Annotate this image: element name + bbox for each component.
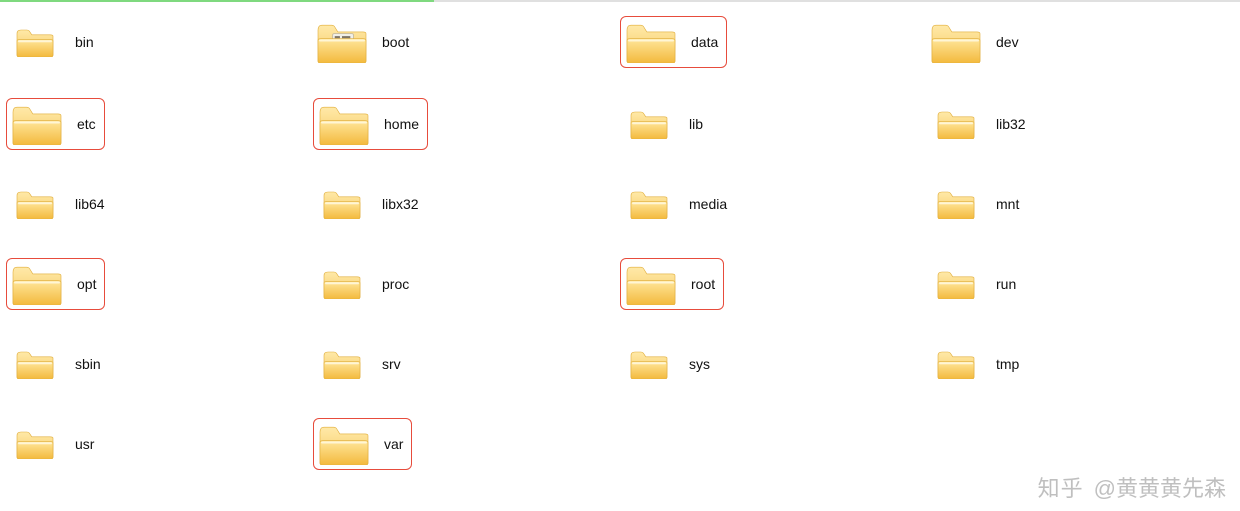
folder-label: run (996, 276, 1016, 292)
folder-usr[interactable]: usr (6, 418, 97, 470)
folder-label: data (691, 34, 718, 50)
folder-icon (625, 21, 677, 63)
folder-label: mnt (996, 196, 1019, 212)
folder-icon (316, 21, 368, 63)
folder-label: lib64 (75, 196, 105, 212)
folder-etc[interactable]: etc (6, 98, 105, 150)
folder-icon (930, 263, 982, 305)
folder-label: etc (77, 116, 96, 132)
folder-label: lib (689, 116, 703, 132)
folder-libx32[interactable]: libx32 (313, 180, 422, 228)
folder-label: proc (382, 276, 409, 292)
folder-bin[interactable]: bin (6, 16, 97, 68)
folder-icon (930, 103, 982, 145)
folder-var[interactable]: var (313, 418, 412, 470)
folder-sbin[interactable]: sbin (6, 340, 104, 388)
folder-label: bin (75, 34, 94, 50)
folder-lib64[interactable]: lib64 (6, 180, 108, 228)
folder-grid: bin boot (0, 2, 1240, 470)
folder-label: var (384, 436, 403, 452)
folder-icon (11, 103, 63, 145)
folder-label: srv (382, 356, 401, 372)
folder-icon (9, 21, 61, 63)
folder-lib32[interactable]: lib32 (927, 98, 1029, 150)
folder-icon (625, 263, 677, 305)
folder-label: root (691, 276, 715, 292)
folder-icon (623, 183, 675, 225)
watermark: 知乎 @黄黄黄先森 (1038, 471, 1226, 503)
folder-icon (930, 21, 982, 63)
folder-icon (316, 183, 368, 225)
folder-opt[interactable]: opt (6, 258, 105, 310)
folder-label: libx32 (382, 196, 419, 212)
folder-icon (9, 423, 61, 465)
folder-icon (318, 103, 370, 145)
folder-icon (318, 423, 370, 465)
folder-icon (930, 343, 982, 385)
folder-home[interactable]: home (313, 98, 428, 150)
folder-label: usr (75, 436, 94, 452)
folder-lib[interactable]: lib (620, 98, 706, 150)
folder-icon (930, 183, 982, 225)
folder-sys[interactable]: sys (620, 340, 713, 388)
watermark-author: @黄黄黄先森 (1094, 471, 1226, 503)
folder-icon (9, 183, 61, 225)
folder-root[interactable]: root (620, 258, 724, 310)
folder-proc[interactable]: proc (313, 258, 412, 310)
folder-mnt[interactable]: mnt (927, 180, 1022, 228)
folder-srv[interactable]: srv (313, 340, 404, 388)
folder-icon (316, 263, 368, 305)
folder-label: boot (382, 34, 409, 50)
folder-label: home (384, 116, 419, 132)
folder-icon (623, 343, 675, 385)
folder-icon (11, 263, 63, 305)
folder-boot[interactable]: boot (313, 16, 412, 68)
folder-label: lib32 (996, 116, 1026, 132)
watermark-site: 知乎 (1038, 471, 1084, 503)
folder-dev[interactable]: dev (927, 16, 1022, 68)
folder-label: sbin (75, 356, 101, 372)
folder-label: sys (689, 356, 710, 372)
folder-label: dev (996, 34, 1019, 50)
folder-icon (9, 343, 61, 385)
folder-label: tmp (996, 356, 1019, 372)
folder-label: media (689, 196, 727, 212)
folder-icon (623, 103, 675, 145)
folder-media[interactable]: media (620, 180, 730, 228)
folder-run[interactable]: run (927, 258, 1019, 310)
folder-tmp[interactable]: tmp (927, 340, 1022, 388)
folder-data[interactable]: data (620, 16, 727, 68)
folder-label: opt (77, 276, 96, 292)
folder-icon (316, 343, 368, 385)
